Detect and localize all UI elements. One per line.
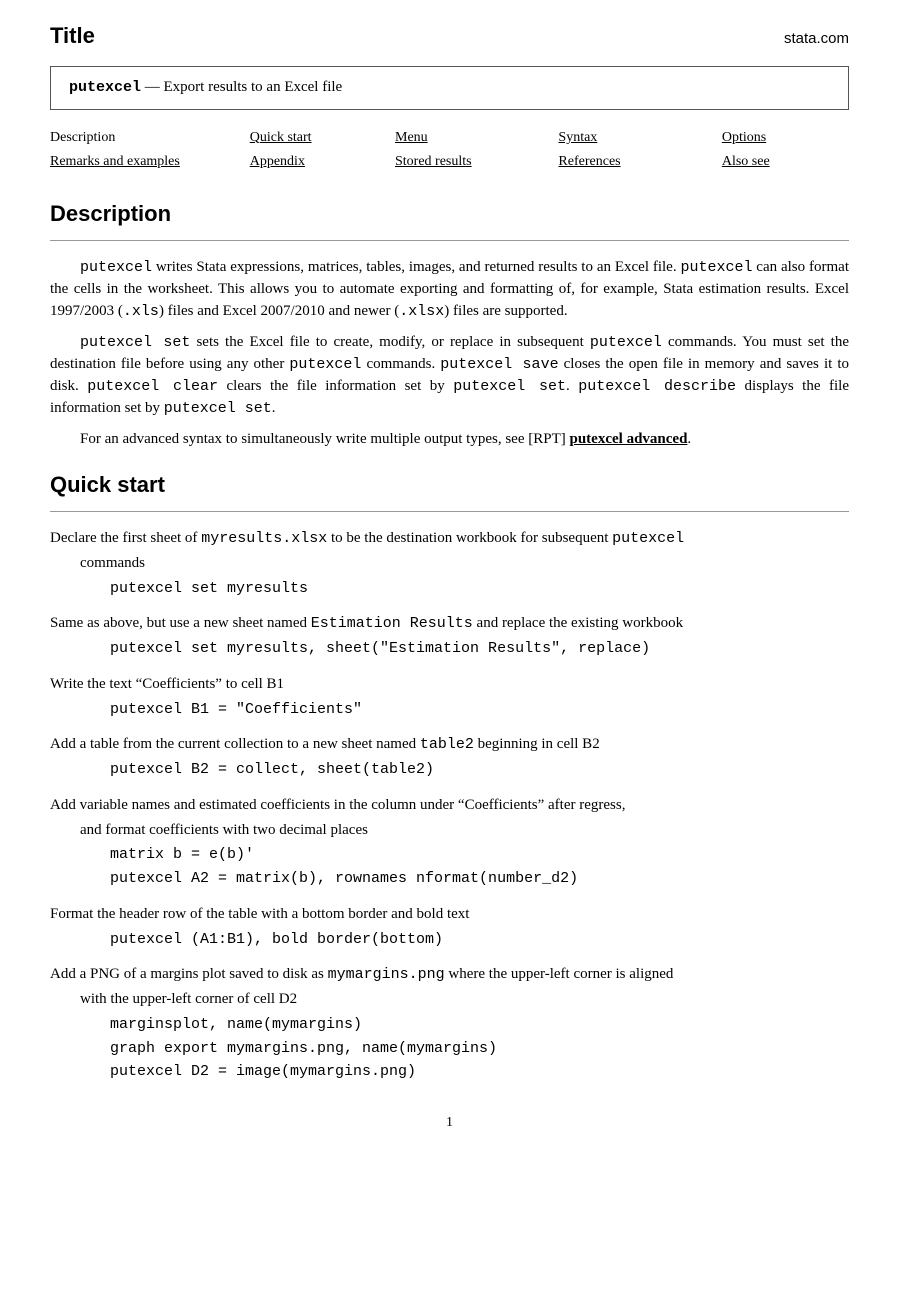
putexcel-clear-mono: putexcel clear [87, 378, 218, 395]
qs-item-5: Add variable names and estimated coeffic… [50, 795, 849, 890]
nav-menu[interactable]: Menu [395, 126, 558, 150]
nav-table: Description Quick start Menu Syntax Opti… [50, 126, 849, 175]
page-number: 1 [50, 1113, 849, 1133]
page: Title stata.com putexcel — Export result… [0, 0, 899, 1315]
qs-code-5b: putexcel A2 = matrix(b), rownames nforma… [50, 868, 849, 890]
description-para2: putexcel set sets the Excel file to crea… [50, 332, 849, 419]
qs-item-7: Add a PNG of a margins plot saved to dis… [50, 964, 849, 1083]
nav-stored-results[interactable]: Stored results [395, 150, 558, 174]
qs-code-3: putexcel B1 = "Coefficients" [50, 699, 849, 721]
description-divider [50, 240, 849, 241]
qs-item-4: Add a table from the current collection … [50, 734, 849, 781]
putexcel-set-mono: putexcel set [80, 334, 190, 351]
description-para1: putexcel writes Stata expressions, matri… [50, 257, 849, 322]
title-bar: Title stata.com [50, 20, 849, 52]
qs-code-7b: graph export mymargins.png, name(mymargi… [50, 1038, 849, 1060]
nav-appendix[interactable]: Appendix [250, 150, 395, 174]
description-para3: For an advanced syntax to simultaneously… [50, 429, 849, 451]
quickstart-divider [50, 511, 849, 512]
qs-desc-4: Add a table from the current collection … [50, 734, 849, 756]
command-separator: — [141, 79, 164, 95]
description-heading: Description [50, 198, 849, 230]
putexcel-mono-1: putexcel [80, 259, 152, 276]
qs-desc-5-cont: and format coefficients with two decimal… [50, 820, 849, 842]
stata-com-label: stata.com [784, 28, 849, 50]
qs-item-3: Write the text “Coefficients” to cell B1… [50, 674, 849, 721]
quickstart-heading: Quick start [50, 469, 849, 501]
qs-desc-2: Same as above, but use a new sheet named… [50, 613, 849, 635]
xlsx-mono: .xlsx [399, 303, 444, 320]
qs-mono-1a: myresults.xlsx [201, 530, 327, 547]
qs-code-4: putexcel B2 = collect, sheet(table2) [50, 759, 849, 781]
command-description: Export results to an Excel file [164, 79, 343, 95]
qs-code-5a: matrix b = e(b)' [50, 844, 849, 866]
page-title: Title [50, 20, 95, 52]
qs-mono-2a: Estimation Results [311, 615, 473, 632]
putexcel-set-mono3: putexcel set [164, 400, 272, 417]
nav-quick-start[interactable]: Quick start [250, 126, 395, 150]
qs-item-2: Same as above, but use a new sheet named… [50, 613, 849, 660]
qs-desc-6: Format the header row of the table with … [50, 904, 849, 926]
putexcel-set-mono2: putexcel set [453, 378, 566, 395]
nav-also-see[interactable]: Also see [722, 150, 849, 174]
xls-mono: .xls [123, 303, 159, 320]
putexcel-describe-mono: putexcel describe [578, 378, 736, 395]
qs-code-6: putexcel (A1:B1), bold border(bottom) [50, 929, 849, 951]
qs-item-1: Declare the first sheet of myresults.xls… [50, 528, 849, 599]
qs-code-7c: putexcel D2 = image(mymargins.png) [50, 1061, 849, 1083]
qs-desc-7-cont: with the upper-left corner of cell D2 [50, 989, 849, 1011]
qs-mono-1b: putexcel [612, 530, 684, 547]
qs-mono-4a: table2 [420, 736, 474, 753]
nav-options[interactable]: Options [722, 126, 849, 150]
putexcel-mono-2: putexcel [680, 259, 752, 276]
qs-desc-1-cont: commands [50, 553, 849, 575]
nav-remarks[interactable]: Remarks and examples [50, 150, 250, 174]
command-name: putexcel [69, 79, 141, 96]
qs-code-2: putexcel set myresults, sheet("Estimatio… [50, 638, 849, 660]
qs-desc-3: Write the text “Coefficients” to cell B1 [50, 674, 849, 696]
command-box: putexcel — Export results to an Excel fi… [50, 66, 849, 110]
putexcel-mono-3: putexcel [590, 334, 662, 351]
qs-item-6: Format the header row of the table with … [50, 904, 849, 951]
qs-desc-7: Add a PNG of a margins plot saved to dis… [50, 964, 849, 986]
putexcel-advanced-link[interactable]: putexcel advanced [570, 431, 688, 447]
putexcel-mono-4: putexcel [289, 356, 361, 373]
qs-mono-7a: mymargins.png [328, 966, 445, 983]
qs-desc-1: Declare the first sheet of myresults.xls… [50, 528, 849, 550]
qs-code-1: putexcel set myresults [50, 578, 849, 600]
nav-references[interactable]: References [558, 150, 721, 174]
qs-desc-5: Add variable names and estimated coeffic… [50, 795, 849, 817]
qs-code-7a: marginsplot, name(mymargins) [50, 1014, 849, 1036]
putexcel-save-mono: putexcel save [440, 356, 558, 373]
nav-syntax[interactable]: Syntax [558, 126, 721, 150]
nav-description: Description [50, 126, 250, 150]
